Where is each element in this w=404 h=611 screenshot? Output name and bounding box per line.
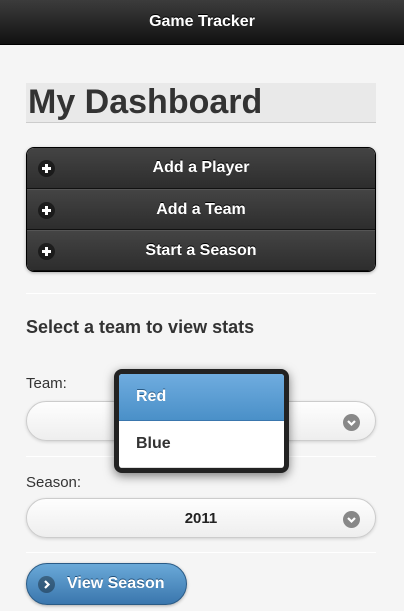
team-options-popup: Red Blue (114, 369, 289, 473)
dashboard-content: My Dashboard Add a Player Add a Team Sta… (26, 83, 376, 272)
add-team-button[interactable]: Add a Team (27, 189, 375, 230)
action-label: Start a Season (145, 241, 257, 259)
plus-icon (38, 160, 55, 177)
action-label: Add a Team (156, 200, 246, 218)
team-option-blue[interactable]: Blue (119, 421, 284, 468)
page-title: My Dashboard (28, 83, 263, 121)
option-label: Red (136, 388, 167, 405)
chevron-down-icon (343, 511, 360, 528)
season-label: Season: (26, 474, 82, 491)
chevron-down-icon (343, 414, 360, 431)
stats-section-title: Select a team to view stats (26, 317, 255, 337)
arrow-right-icon (38, 576, 55, 593)
add-player-button[interactable]: Add a Player (27, 148, 375, 189)
divider (26, 552, 376, 553)
plus-icon (38, 202, 55, 219)
team-label: Team: (26, 375, 67, 392)
season-select[interactable]: 2011 (26, 498, 376, 538)
action-list: Add a Player Add a Team Start a Season (26, 147, 376, 272)
divider (26, 293, 376, 294)
action-label: Add a Player (152, 159, 250, 176)
option-label: Blue (136, 435, 171, 452)
season-select-value: 2011 (184, 509, 218, 527)
view-season-label: View Season (67, 575, 165, 592)
start-season-button[interactable]: Start a Season (27, 230, 375, 271)
page-title-bar: My Dashboard (26, 83, 376, 123)
team-option-red[interactable]: Red (119, 374, 284, 421)
app-title: Game Tracker (149, 13, 255, 30)
plus-icon (38, 243, 55, 260)
app-header: Game Tracker (0, 0, 404, 45)
view-season-button[interactable]: View Season (26, 563, 187, 605)
